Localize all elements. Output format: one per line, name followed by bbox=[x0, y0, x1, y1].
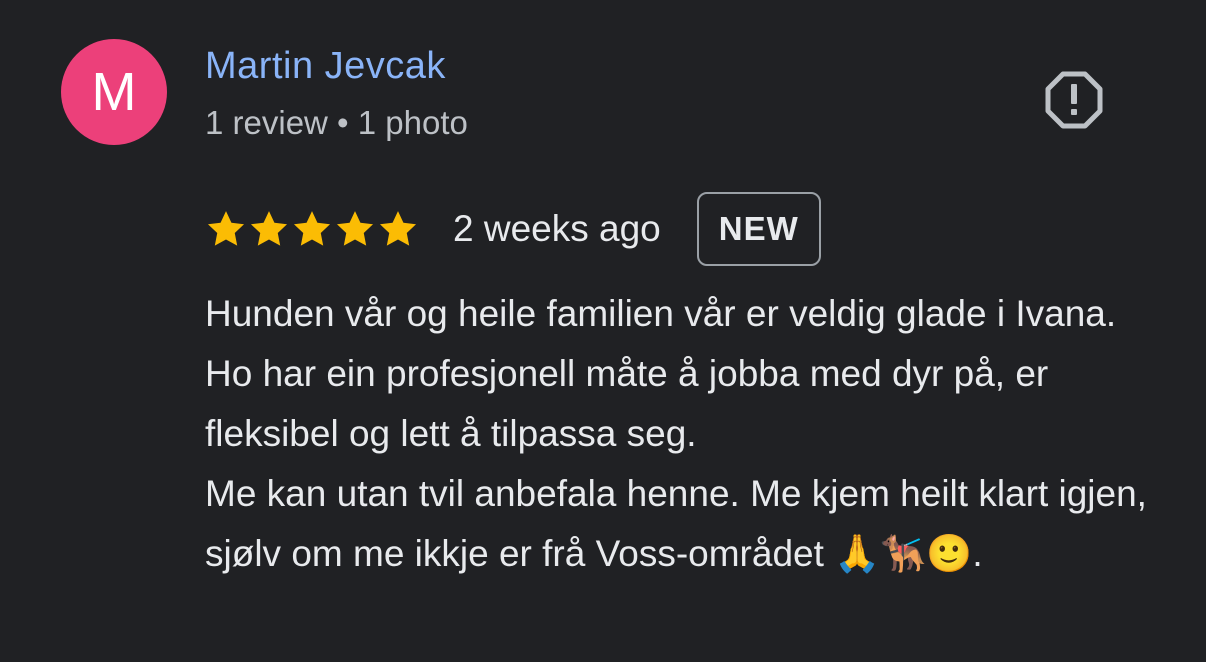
report-review-icon[interactable] bbox=[1044, 70, 1104, 130]
rating-row: 2 weeks ago NEW bbox=[205, 192, 821, 266]
star-rating bbox=[205, 208, 419, 250]
review-date: 2 weeks ago bbox=[453, 208, 661, 249]
star-icon bbox=[293, 211, 331, 246]
new-badge: NEW bbox=[696, 192, 821, 266]
star-icon bbox=[250, 211, 288, 246]
author-name-link[interactable]: Martin Jevcak bbox=[205, 45, 446, 88]
avatar-initial: M bbox=[91, 62, 137, 122]
review-text: Hunden vår og heile familien vår er veld… bbox=[205, 293, 1147, 574]
star-icon bbox=[207, 211, 245, 246]
author-review-count: 1 review • 1 photo bbox=[205, 104, 468, 141]
author-avatar[interactable]: M bbox=[61, 39, 167, 145]
star-icon bbox=[336, 211, 374, 246]
star-icon bbox=[379, 211, 417, 246]
